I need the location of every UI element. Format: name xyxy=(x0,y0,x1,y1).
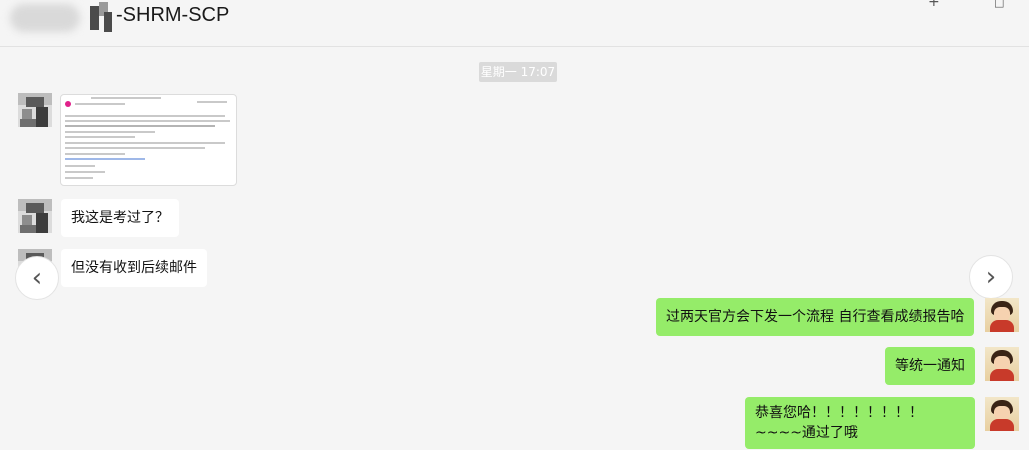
email-sender-icon xyxy=(65,101,71,107)
chevron-left-icon: ‹ xyxy=(31,263,43,293)
message-bubble[interactable]: 但没有收到后续邮件 xyxy=(61,249,207,287)
message-bubble[interactable]: 我这是考过了？ xyxy=(61,199,179,237)
pixelated-name-block xyxy=(104,12,112,32)
chat-header: -SHRM-SCP + □ xyxy=(0,0,1029,47)
pixelated-name-block xyxy=(90,6,99,30)
message-text: 等统一通知 xyxy=(895,358,965,374)
message-text: 恭喜您哈！！！！！！！！ ~~~~通过了哦 xyxy=(755,405,923,441)
message-bubble[interactable]: 等统一通知 xyxy=(885,347,975,385)
message-timestamp: 星期一 17:07 xyxy=(479,62,557,82)
contact-avatar[interactable] xyxy=(18,199,52,233)
contact-avatar[interactable] xyxy=(18,93,52,127)
chat-title: -SHRM-SCP xyxy=(116,4,230,26)
message-bubble[interactable]: 恭喜您哈！！！！！！！！ ~~~~通过了哦 xyxy=(745,397,975,449)
email-screenshot-image[interactable] xyxy=(60,94,237,186)
add-icon[interactable]: + xyxy=(928,0,940,10)
next-arrow-button[interactable]: › xyxy=(969,255,1013,299)
user-avatar[interactable] xyxy=(985,347,1019,381)
more-icon[interactable]: □ xyxy=(994,0,1004,9)
message-bubble[interactable]: 过两天官方会下发一个流程 自行查看成绩报告哈 xyxy=(656,298,975,336)
blurred-contact-name xyxy=(10,4,80,32)
user-avatar[interactable] xyxy=(985,298,1019,332)
chevron-right-icon: › xyxy=(985,262,997,292)
message-text: 我这是考过了？ xyxy=(71,210,169,226)
message-text: 但没有收到后续邮件 xyxy=(71,260,197,276)
prev-arrow-button[interactable]: ‹ xyxy=(15,256,59,300)
user-avatar[interactable] xyxy=(985,397,1019,431)
message-text: 过两天官方会下发一个流程 自行查看成绩报告哈 xyxy=(666,309,965,325)
